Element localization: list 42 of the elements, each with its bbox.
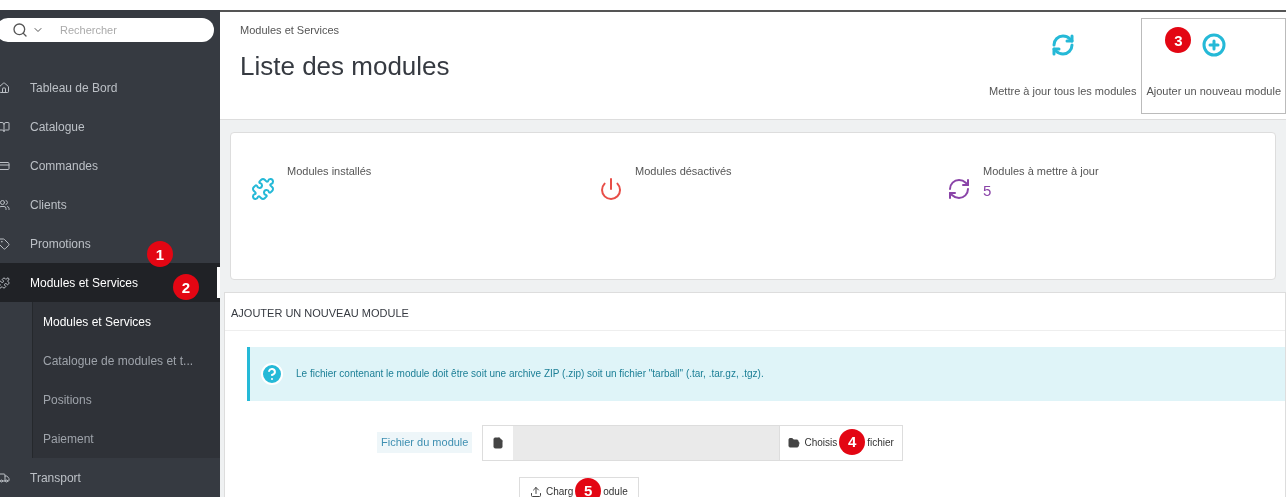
puzzle-icon [0, 276, 10, 289]
panel-title: AJOUTER UN NOUVEAU MODULE [225, 293, 1285, 331]
search-bar[interactable]: Rechercher [0, 18, 214, 42]
submenu-item[interactable]: Modules et Services [43, 312, 152, 331]
sidebar-item[interactable]: Catalogue [30, 117, 85, 136]
sidebar-item[interactable]: Tableau de Bord [30, 78, 118, 97]
search-icon[interactable] [12, 22, 28, 38]
upload-icon [530, 485, 542, 497]
page-title: Liste des modules [240, 49, 451, 83]
sidebar-item[interactable]: Modules et Services [30, 273, 139, 292]
sidebar-item[interactable]: Commandes [30, 156, 99, 175]
stat-value: 5 [983, 180, 993, 201]
callout-badge: 3 [1165, 27, 1192, 53]
users-icon [0, 198, 10, 211]
search-field[interactable]: Rechercher [60, 21, 200, 39]
truck-icon [0, 471, 10, 484]
upload-button[interactable]: Charg 5 odule [519, 476, 639, 497]
help-icon [260, 361, 284, 386]
card-icon [0, 159, 10, 172]
stat-label: Modules installés [287, 164, 372, 179]
submenu-item[interactable]: Catalogue de modules et t... [43, 351, 194, 370]
toolbar-button[interactable]: Mettre à jour tous les modules [984, 18, 1142, 114]
sidebar-item[interactable]: Transport [30, 468, 81, 487]
sidebar-item[interactable]: Clients [30, 195, 67, 214]
stat-label: Modules à mettre à jour [983, 164, 1099, 179]
sidebar-item[interactable]: Promotions [30, 234, 91, 253]
book-icon [0, 120, 10, 133]
breadcrumb: Modules et Services [240, 23, 341, 38]
callout-badge: 5 [575, 477, 602, 497]
field-label: Fichier du module [377, 432, 473, 453]
submenu-item[interactable]: Paiement [43, 429, 94, 448]
power-icon [599, 177, 623, 201]
puzzle-icon [251, 177, 275, 201]
tag-icon [0, 237, 10, 250]
home-icon [0, 81, 10, 94]
callout-badge: 1 [147, 241, 173, 267]
submenu-item[interactable]: Positions [43, 390, 92, 409]
refresh-icon [1050, 32, 1075, 57]
alert-text: Le fichier contenant le module doit être soit une archive ZIP (.zip) soit un fichier "tarball" (.tar, .tar.gz, .tgz). [296, 367, 764, 381]
stat-label: Modules désactivés [635, 164, 732, 179]
refresh-icon [947, 177, 971, 201]
add-icon [1201, 32, 1226, 57]
